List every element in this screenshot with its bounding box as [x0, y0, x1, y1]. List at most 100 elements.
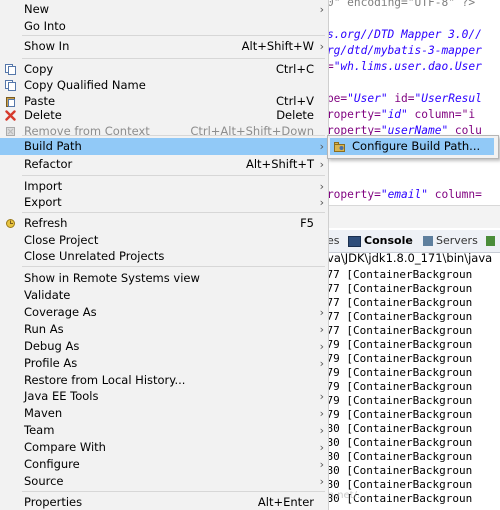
menu-item-refactor[interactable]: Refactor Alt+Shift+T › — [0, 156, 328, 173]
menu-item-refresh[interactable]: Refresh F5 — [0, 215, 328, 232]
menu-item-label: New — [24, 2, 50, 16]
code-token: "email" — [380, 188, 428, 201]
menu-item-validate[interactable]: Validate — [0, 287, 328, 304]
menu-item-shortcut: Alt+Shift+W — [241, 39, 314, 53]
console-log-line: 19,879 [ContainerBackgroun — [300, 338, 473, 351]
submenu-arrow-icon: › — [319, 458, 324, 471]
menu-item-shortcut: Delete — [276, 108, 314, 122]
console-log-line: 19,879 [ContainerBackgroun — [300, 352, 473, 365]
menu-item-label: Show In — [24, 39, 70, 53]
submenu-arrow-icon: › — [319, 323, 324, 336]
build-path-submenu: Configure Build Path... — [327, 135, 499, 159]
menu-item-shortcut: F5 — [300, 216, 314, 230]
menu-item-label: Export — [24, 195, 62, 209]
menu-item-run-as[interactable]: Run As › — [0, 321, 328, 338]
menu-separator — [22, 35, 325, 36]
delete-icon — [5, 110, 16, 121]
console-log-line: 19,877 [ContainerBackgroun — [300, 282, 473, 295]
menu-item-close-project[interactable]: Close Project — [0, 232, 328, 249]
menu-item-label: Refactor — [24, 157, 73, 171]
menu-item-label: Compare With — [24, 440, 106, 454]
menu-separator — [22, 266, 325, 267]
console-log-line: 19,877 [ContainerBackgroun — [300, 268, 473, 281]
menu-item-label: Build Path — [24, 139, 82, 153]
code-token: "User" — [347, 92, 388, 105]
menu-item-profile-as[interactable]: Profile As › — [0, 355, 328, 372]
console-log-line: 19,879 [ContainerBackgroun — [300, 408, 473, 421]
menu-item-label: Restore from Local History... — [24, 373, 186, 387]
copy-icon — [5, 64, 16, 75]
menu-item-show-in-remote-systems-view[interactable]: Show in Remote Systems view — [0, 270, 328, 287]
menu-item-label: Delete — [24, 108, 62, 122]
submenu-arrow-icon: › — [319, 441, 324, 454]
menu-item-properties[interactable]: Properties Alt+Enter — [0, 494, 328, 510]
menu-item-export[interactable]: Export › — [0, 194, 328, 211]
submenu-arrow-icon: › — [319, 424, 324, 437]
submenu-arrow-icon: › — [319, 40, 324, 53]
menu-item-label: Profile As — [24, 356, 78, 370]
submenu-arrow-icon: › — [319, 390, 324, 403]
menu-item-java-ee-tools[interactable]: Java EE Tools › — [0, 388, 328, 405]
menu-item-maven[interactable]: Maven › — [0, 405, 328, 422]
tab-servers[interactable]: Servers — [423, 233, 478, 249]
menu-item-configure[interactable]: Configure › — [0, 456, 328, 473]
menu-item-shortcut: Alt+Shift+T — [245, 157, 314, 171]
console-icon — [348, 235, 361, 247]
editor-horizontal-scrollbar[interactable] — [300, 205, 500, 228]
menu-item-new[interactable]: New › — [0, 1, 328, 18]
menu-item-label: Import — [24, 179, 63, 193]
menu-item-label: Close Project — [24, 233, 99, 247]
menu-item-import[interactable]: Import › — [0, 178, 328, 195]
menu-item-label: Debug As — [24, 339, 80, 353]
console-log-line: 19,880 [ContainerBackgroun — [300, 464, 473, 477]
menu-item-label: Run As — [24, 322, 64, 336]
tab-console-label: Console — [364, 234, 413, 247]
console-log-line: 19,879 [ContainerBackgroun — [300, 366, 473, 379]
menu-item-source[interactable]: Source › — [0, 473, 328, 490]
console-process-path: D:\Java\JDK\jdk1.8.0_171\bin\java — [300, 251, 493, 265]
menu-item-build-path[interactable]: Build Path › — [0, 138, 328, 155]
menu-item-label: Validate — [24, 288, 71, 302]
menu-item-copy[interactable]: Copy Ctrl+C — [0, 61, 328, 78]
console-log-line: 19,880 [ContainerBackgroun — [300, 450, 473, 463]
menu-item-delete[interactable]: Delete Delete — [0, 107, 328, 124]
tab-console[interactable]: Console — [348, 233, 413, 249]
menu-item-label: Show in Remote Systems view — [24, 271, 200, 285]
console-log-line: 19,879 [ContainerBackgroun — [300, 380, 473, 393]
console-log-line: 19,879 [ContainerBackgroun — [300, 394, 473, 407]
context-menu: New › Go Into Show In Alt+Shift+W › Copy Ctrl+C… — [0, 0, 329, 510]
submenu-arrow-icon: › — [319, 357, 324, 370]
data-source-icon — [486, 236, 495, 246]
console-log-line: 19,877 [ContainerBackgroun — [300, 310, 473, 323]
menu-item-go-into[interactable]: Go Into — [0, 18, 328, 35]
menu-item-team[interactable]: Team › — [0, 422, 328, 439]
tab-overflow[interactable] — [486, 233, 495, 249]
menu-item-copy-qualified-name[interactable]: Copy Qualified Name — [0, 77, 328, 94]
menu-item-compare-with[interactable]: Compare With › — [0, 439, 328, 456]
console-log-line: 19,877 [ContainerBackgroun — [300, 296, 473, 309]
menu-separator — [22, 491, 325, 492]
submenu-arrow-icon: › — [319, 180, 324, 193]
configure-build-path-menu-item[interactable]: Configure Build Path... — [330, 138, 494, 155]
menu-item-restore-from-local-history[interactable]: Restore from Local History... — [0, 372, 328, 389]
tab-servers-label: Servers — [436, 234, 478, 247]
menu-item-label: Java EE Tools — [24, 389, 99, 403]
menu-item-label: Coverage As — [24, 305, 97, 319]
menu-item-label: Go Into — [24, 19, 66, 33]
menu-separator — [22, 212, 325, 213]
menu-item-close-unrelated-projects[interactable]: Close Unrelated Projects — [0, 248, 328, 265]
menu-item-shortcut: Ctrl+C — [275, 62, 314, 76]
menu-item-debug-as[interactable]: Debug As › — [0, 338, 328, 355]
code-token: column="i — [407, 108, 476, 121]
remove-context-icon — [6, 127, 15, 136]
menu-item-coverage-as[interactable]: Coverage As › — [0, 304, 328, 321]
submenu-arrow-icon: › — [319, 407, 324, 420]
configure-build-path-icon — [334, 142, 345, 152]
code-token: column= — [427, 188, 482, 201]
refresh-icon — [6, 219, 15, 228]
code-editor[interactable]: " 1.0" encoding="UTF-8" ?>pperbatis.org/… — [300, 0, 500, 205]
menu-item-label: Refresh — [24, 216, 68, 230]
menu-item-show-in[interactable]: Show In Alt+Shift+W › — [0, 38, 328, 55]
menu-item-label: Properties — [24, 495, 83, 509]
submenu-arrow-icon: › — [319, 475, 324, 488]
